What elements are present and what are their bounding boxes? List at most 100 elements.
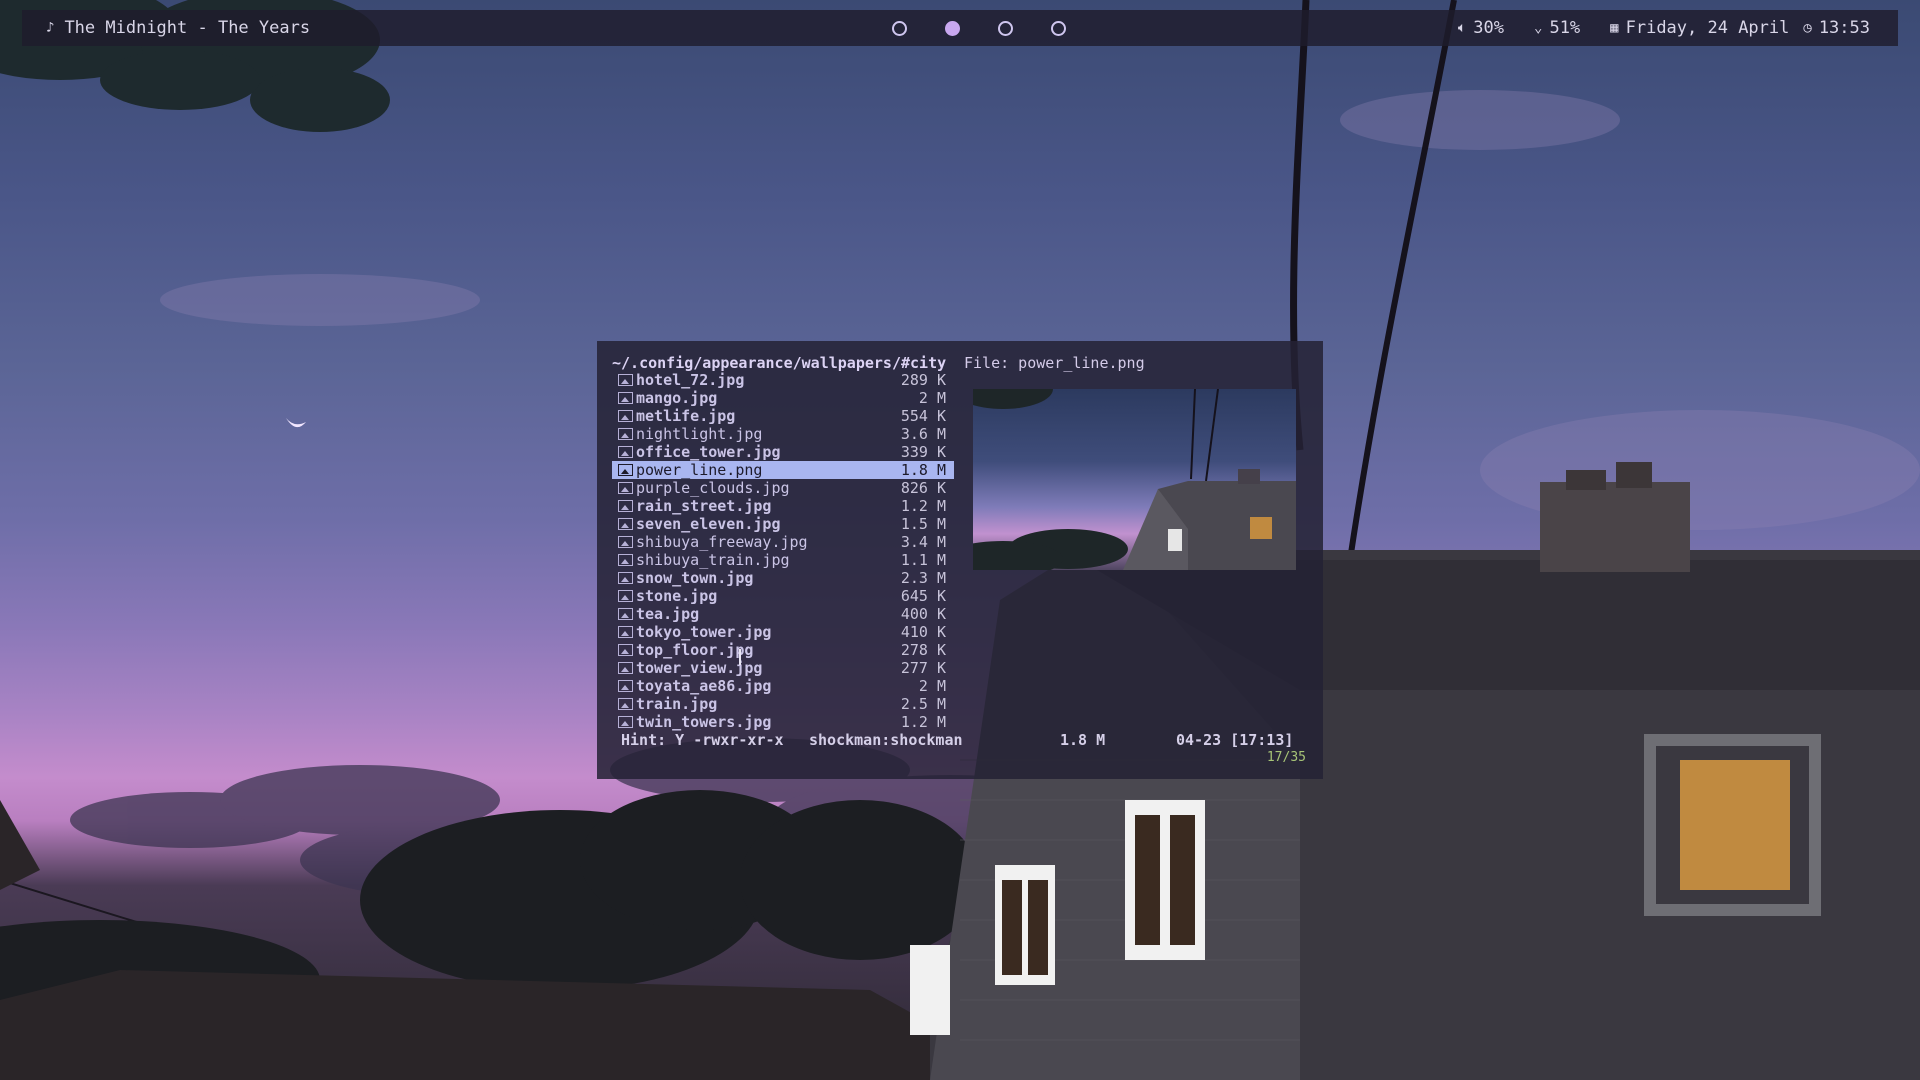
file-size: 3.6 M — [900, 425, 946, 443]
file-name: purple_clouds.jpg — [636, 479, 790, 497]
image-file-icon — [618, 626, 633, 638]
image-file-icon — [618, 392, 633, 404]
file-size: 400 K — [900, 605, 946, 623]
list-item[interactable]: mango.jpg 2 M — [612, 389, 954, 407]
file-name: hotel_72.jpg — [636, 371, 745, 389]
list-item[interactable]: rain_street.jpg 1.2 M — [612, 497, 954, 515]
file-name: office_tower.jpg — [636, 443, 781, 461]
ranger-window[interactable]: ~/.config/appearance/wallpapers/#city Fi… — [597, 341, 1323, 779]
file-size: 3.4 M — [900, 533, 946, 551]
now-playing-label: The Midnight - The Years — [64, 18, 311, 38]
speaker-icon: 🔈︎ — [1457, 20, 1467, 36]
list-item[interactable]: tower_view.jpg 277 K — [612, 659, 954, 677]
file-size: 339 K — [900, 443, 946, 461]
modified-time: 04-23 [17:13] — [1176, 731, 1294, 749]
list-item[interactable]: train.jpg 2.5 M — [612, 695, 954, 713]
workspace-2-indicator[interactable] — [945, 20, 960, 36]
image-file-icon — [618, 536, 633, 548]
list-item[interactable]: tokyo_tower.jpg 410 K — [612, 623, 954, 641]
file-size: 645 K — [900, 587, 946, 605]
image-file-icon — [618, 500, 633, 512]
file-list: hotel_72.jpg 289 K mango.jpg 2 M metlife… — [612, 371, 954, 731]
status-bar: ♪ The Midnight - The Years 🔈︎ 30% ⌄ 51% … — [22, 10, 1898, 46]
list-item[interactable]: purple_clouds.jpg 826 K — [612, 479, 954, 497]
file-size: 289 K — [900, 371, 946, 389]
time-value: 13:53 — [1818, 18, 1870, 38]
date-widget[interactable]: ▦ Friday, 24 April — [1610, 18, 1789, 38]
image-file-icon — [618, 662, 633, 674]
file-size: 826 K — [900, 479, 946, 497]
list-item[interactable]: tea.jpg 400 K — [612, 605, 954, 623]
list-item[interactable]: toyata_ae86.jpg 2 M — [612, 677, 954, 695]
image-file-icon — [618, 428, 633, 440]
file-name: twin_towers.jpg — [636, 713, 772, 731]
list-item[interactable]: office_tower.jpg 339 K — [612, 443, 954, 461]
workspace-4-indicator[interactable] — [1051, 20, 1066, 36]
file-name: seven_eleven.jpg — [636, 515, 781, 533]
file-name: metlife.jpg — [636, 407, 736, 425]
clock-icon: ◷ — [1803, 20, 1812, 36]
image-file-icon — [618, 482, 633, 494]
list-item[interactable]: metlife.jpg 554 K — [612, 407, 954, 425]
file-size: 2.5 M — [900, 695, 946, 713]
file-size: 1.2 M — [900, 713, 946, 731]
list-item[interactable]: shibuya_train.jpg 1.1 M — [612, 551, 954, 569]
workspace-switcher — [892, 20, 1066, 36]
image-file-icon — [618, 374, 633, 386]
image-file-icon — [618, 608, 633, 620]
file-name: shibuya_freeway.jpg — [636, 533, 808, 551]
list-item[interactable]: snow_town.jpg 2.3 M — [612, 569, 954, 587]
file-size: 1.5 M — [900, 515, 946, 533]
volume-widget[interactable]: 🔈︎ 30% — [1458, 18, 1504, 38]
file-name: shibuya_train.jpg — [636, 551, 790, 569]
file-size: 1.1 M — [900, 551, 946, 569]
file-name: toyata_ae86.jpg — [636, 677, 772, 695]
list-item[interactable]: seven_eleven.jpg 1.5 M — [612, 515, 954, 533]
battery-icon: ⌄ — [1534, 20, 1543, 36]
list-item[interactable]: top_floor.jpg 278 K — [612, 641, 954, 659]
file-size: 2.3 M — [900, 569, 946, 587]
list-item[interactable]: stone.jpg 645 K — [612, 587, 954, 605]
file-name: top_floor.jpg — [636, 641, 754, 659]
file-size: 1.2 M — [900, 497, 946, 515]
list-position: 17/35 — [1266, 750, 1306, 765]
status-file-size: 1.8 M — [1060, 731, 1106, 749]
date-value: Friday, 24 April — [1625, 18, 1790, 38]
list-item[interactable]: twin_towers.jpg 1.2 M — [612, 713, 954, 731]
calendar-icon: ▦ — [1610, 20, 1619, 36]
permissions-hint: Hint: Y -rwxr-xr-x — [621, 731, 784, 749]
text-cursor — [739, 649, 741, 665]
image-file-icon — [618, 698, 633, 710]
file-name: power_line.png — [636, 461, 763, 479]
current-path: ~/.config/appearance/wallpapers/#city — [612, 354, 947, 372]
image-file-icon — [618, 410, 633, 422]
file-size: 554 K — [900, 407, 946, 425]
clock-widget[interactable]: ◷ 13:53 — [1803, 18, 1870, 38]
list-item[interactable]: shibuya_freeway.jpg 3.4 M — [612, 533, 954, 551]
battery-widget[interactable]: ⌄ 51% — [1534, 18, 1580, 38]
file-size: 2 M — [918, 677, 946, 695]
file-name: mango.jpg — [636, 389, 718, 407]
file-size: 1.8 M — [900, 461, 946, 479]
now-playing[interactable]: ♪ The Midnight - The Years — [46, 18, 310, 38]
list-item[interactable]: hotel_72.jpg 289 K — [612, 371, 954, 389]
list-item-selected[interactable]: power_line.png 1.8 M — [612, 461, 954, 479]
file-name: snow_town.jpg — [636, 569, 754, 587]
volume-value: 30% — [1473, 18, 1505, 38]
file-name: rain_street.jpg — [636, 497, 772, 515]
image-file-icon — [618, 446, 633, 458]
workspace-1-indicator[interactable] — [892, 20, 907, 36]
music-note-icon: ♪ — [46, 20, 55, 36]
image-file-icon — [618, 680, 633, 692]
workspace-3-indicator[interactable] — [998, 20, 1013, 36]
file-size: 2 M — [918, 389, 946, 407]
image-preview — [973, 389, 1296, 570]
image-file-icon — [618, 464, 633, 476]
image-file-icon — [618, 572, 633, 584]
image-file-icon — [618, 590, 633, 602]
image-file-icon — [618, 518, 633, 530]
file-name: tokyo_tower.jpg — [636, 623, 772, 641]
list-item[interactable]: nightlight.jpg 3.6 M — [612, 425, 954, 443]
file-name: train.jpg — [636, 695, 718, 713]
file-owner: shockman:shockman — [809, 731, 963, 749]
